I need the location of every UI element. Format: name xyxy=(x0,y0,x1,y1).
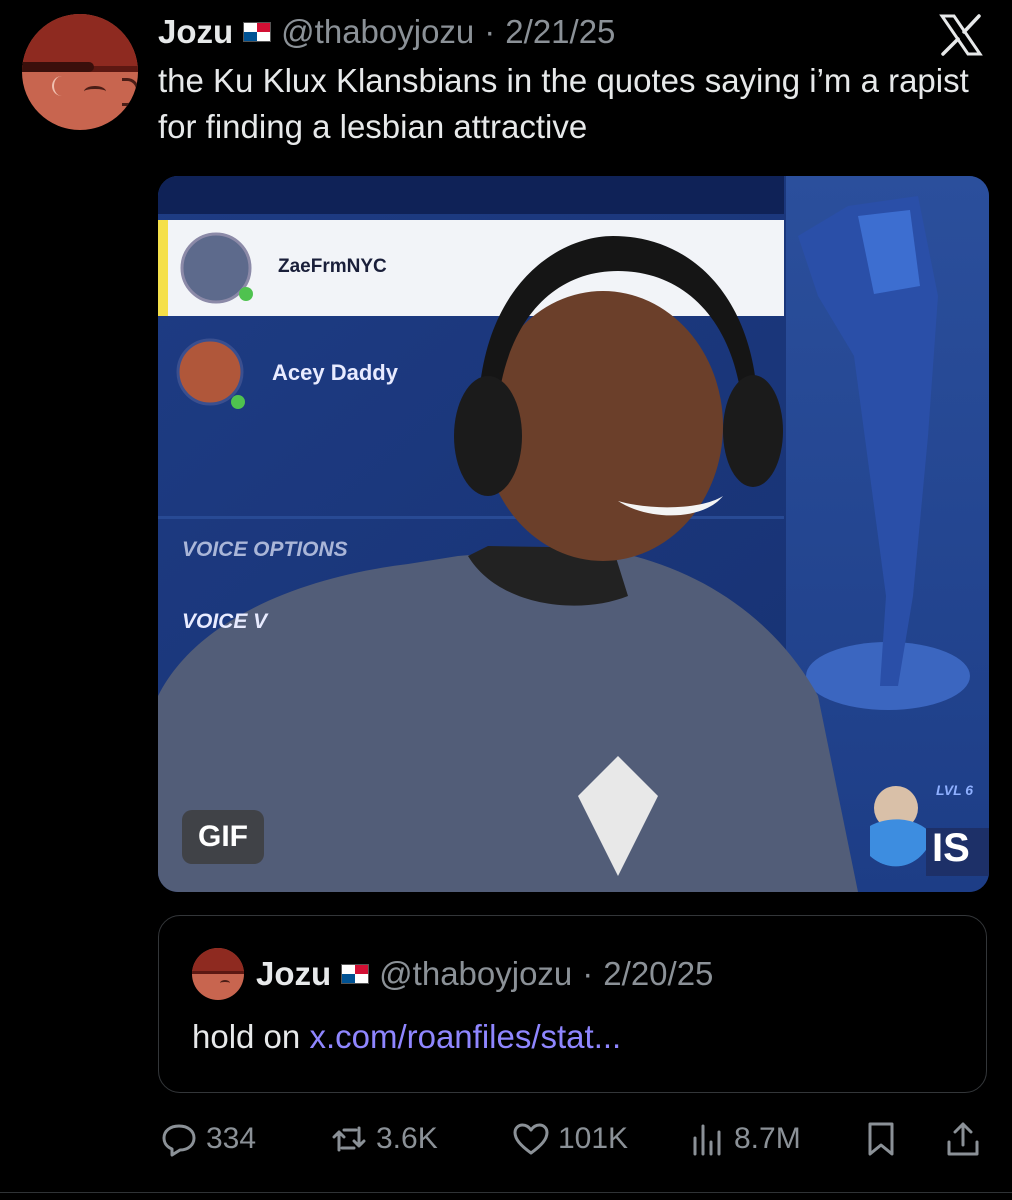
tweet-gif-media[interactable]: ZaeFrmNYC Acey Daddy VOICE OPTIONS VOICE… xyxy=(158,176,989,892)
tweet-date[interactable]: 2/21/25 xyxy=(505,13,615,51)
bookmark-icon xyxy=(868,1122,894,1156)
views-button[interactable]: 8.7M xyxy=(688,1114,801,1164)
reply-count: 334 xyxy=(206,1122,257,1155)
like-count: 101K xyxy=(558,1122,629,1155)
quoted-tweet-date[interactable]: 2/20/25 xyxy=(603,955,713,993)
reply-button[interactable]: 334 xyxy=(160,1114,256,1164)
share-button[interactable] xyxy=(944,1114,982,1164)
author-handle[interactable]: @thaboyjozu xyxy=(281,13,474,51)
tweet-action-bar: 334 3.6K 101K 8.7M xyxy=(160,1114,990,1164)
heart-icon xyxy=(513,1123,549,1155)
repost-icon xyxy=(332,1126,366,1152)
quoted-tweet-card[interactable] xyxy=(158,915,987,1093)
friend-name-2: Acey Daddy xyxy=(272,360,398,385)
bookmark-button[interactable] xyxy=(862,1114,900,1164)
quoted-tweet-text: hold on x.com/roanfiles/stat... xyxy=(192,1018,621,1056)
repost-button[interactable]: 3.6K xyxy=(330,1114,438,1164)
voice-partial-label: VOICE V xyxy=(182,610,268,633)
x-logo-icon xyxy=(939,14,983,56)
quoted-author-avatar[interactable] xyxy=(192,948,244,1000)
date-separator: · xyxy=(484,13,496,50)
views-chart-icon xyxy=(693,1124,721,1156)
author-avatar[interactable] xyxy=(22,14,138,130)
bottom-divider xyxy=(0,1192,1012,1193)
quoted-author-handle[interactable]: @thaboyjozu xyxy=(379,955,572,993)
voice-options-label: VOICE OPTIONS xyxy=(182,538,348,561)
repost-count: 3.6K xyxy=(376,1122,438,1155)
quoted-date-separator: · xyxy=(582,955,594,992)
reply-icon xyxy=(162,1124,196,1157)
tweet-text: the Ku Klux Klansbians in the quotes say… xyxy=(158,62,969,145)
view-count: 8.7M xyxy=(734,1122,801,1155)
tag-partial: IS xyxy=(932,826,970,870)
like-button[interactable]: 101K xyxy=(512,1114,628,1164)
quoted-tweet-header: Jozu @thaboyjozu · 2/20/25 xyxy=(256,952,713,996)
share-icon xyxy=(947,1122,979,1156)
panama-flag-icon xyxy=(341,964,370,984)
gif-badge[interactable]: GIF xyxy=(182,810,264,864)
quoted-text-prefix: hold on xyxy=(192,1018,301,1055)
author-display-name[interactable]: Jozu xyxy=(158,13,233,51)
friend-name-1: ZaeFrmNYC xyxy=(278,256,387,277)
gif-frame-illustration xyxy=(158,176,989,892)
level-label: LVL 6 xyxy=(936,782,974,798)
quoted-tweet-link[interactable]: x.com/roanfiles/stat... xyxy=(309,1018,621,1055)
quoted-author-display-name[interactable]: Jozu xyxy=(256,955,331,993)
tweet-header: Jozu @thaboyjozu · 2/21/25 xyxy=(158,10,615,54)
panama-flag-icon xyxy=(243,22,272,42)
